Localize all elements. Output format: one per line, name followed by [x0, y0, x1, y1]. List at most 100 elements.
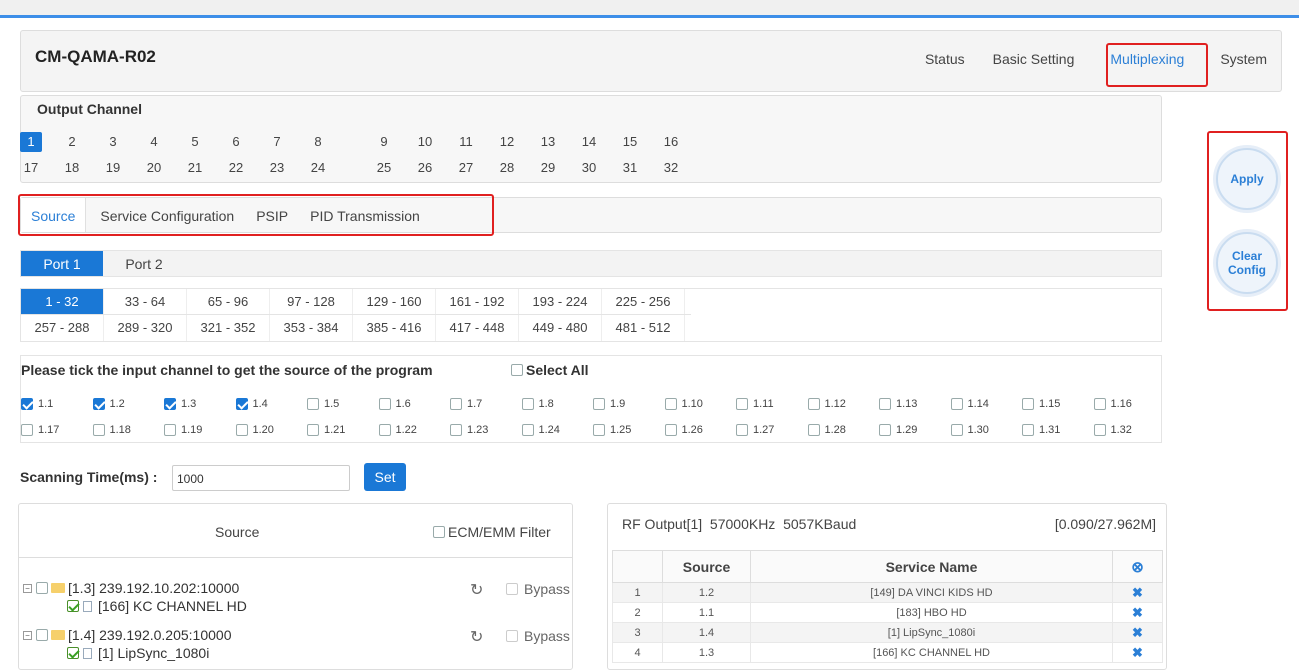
range-tab[interactable]: 97 - 128: [270, 289, 353, 314]
input-channel-item[interactable]: 1.25: [593, 424, 665, 436]
input-channel-checkbox[interactable]: [664, 398, 677, 410]
output-channel-24[interactable]: 24: [307, 158, 329, 178]
ecm-emm-filter[interactable]: ECM/EMM Filter: [433, 524, 551, 540]
input-channel-checkbox[interactable]: [736, 424, 748, 436]
range-tab[interactable]: 65 - 96: [187, 289, 270, 314]
bypass-option[interactable]: Bypass: [506, 581, 570, 597]
input-channel-checkbox[interactable]: [235, 424, 248, 436]
range-tab[interactable]: 385 - 416: [353, 315, 436, 341]
output-channel-6[interactable]: 6: [225, 132, 247, 152]
input-channel-item[interactable]: 1.7: [450, 398, 522, 410]
input-channel-checkbox[interactable]: [450, 398, 462, 410]
input-channel-item[interactable]: 1.18: [92, 424, 165, 436]
range-tab[interactable]: 321 - 352: [187, 315, 270, 341]
input-channel-checkbox[interactable]: [593, 424, 605, 436]
output-channel-2[interactable]: 2: [61, 132, 83, 152]
expand-icon[interactable]: −: [23, 630, 32, 640]
input-channel-checkbox[interactable]: [21, 398, 33, 410]
input-channel-item[interactable]: 1.11: [736, 398, 808, 410]
output-channel-18[interactable]: 18: [61, 158, 83, 178]
input-channel-checkbox[interactable]: [378, 398, 391, 410]
output-channel-3[interactable]: 3: [102, 132, 124, 152]
input-channel-checkbox[interactable]: [164, 424, 176, 436]
bypass-checkbox[interactable]: [506, 630, 518, 642]
input-channel-checkbox[interactable]: [164, 398, 176, 410]
output-channel-4[interactable]: 4: [143, 132, 165, 152]
refresh-icon[interactable]: ↻: [470, 580, 483, 600]
output-channel-27[interactable]: 27: [455, 158, 477, 178]
output-channel-13[interactable]: 13: [537, 132, 559, 152]
range-tab[interactable]: 449 - 480: [519, 315, 602, 341]
input-channel-checkbox[interactable]: [1093, 424, 1106, 436]
range-tab[interactable]: 1 - 32: [21, 289, 104, 314]
output-channel-12[interactable]: 12: [496, 132, 518, 152]
input-channel-checkbox[interactable]: [450, 424, 462, 436]
input-channel-checkbox[interactable]: [950, 424, 963, 436]
input-channel-item[interactable]: 1.30: [950, 424, 1023, 436]
nav-system[interactable]: System: [1206, 45, 1281, 73]
input-channel-checkbox[interactable]: [307, 424, 319, 436]
service-checkbox[interactable]: [67, 647, 79, 659]
output-channel-9[interactable]: 9: [373, 132, 395, 152]
input-channel-checkbox[interactable]: [593, 398, 605, 410]
range-tab[interactable]: 353 - 384: [270, 315, 353, 341]
expand-icon[interactable]: −: [23, 583, 32, 593]
input-channel-item[interactable]: 1.28: [807, 424, 880, 436]
port-1-tab[interactable]: Port 1: [21, 251, 103, 276]
input-channel-checkbox[interactable]: [1093, 398, 1106, 410]
input-channel-checkbox[interactable]: [1022, 398, 1034, 410]
output-channel-28[interactable]: 28: [496, 158, 518, 178]
row-remove[interactable]: ✖: [1112, 582, 1163, 603]
input-channel-checkbox[interactable]: [807, 398, 820, 410]
service-checkbox[interactable]: [67, 600, 79, 612]
range-tab[interactable]: 225 - 256: [602, 289, 685, 314]
input-channel-item[interactable]: 1.23: [450, 424, 522, 436]
input-channel-item[interactable]: 1.8: [521, 398, 594, 410]
output-channel-19[interactable]: 19: [102, 158, 124, 178]
row-remove[interactable]: ✖: [1112, 622, 1163, 643]
output-channel-22[interactable]: 22: [225, 158, 247, 178]
input-channel-checkbox[interactable]: [521, 398, 534, 410]
output-channel-31[interactable]: 31: [619, 158, 641, 178]
x-icon[interactable]: ✖: [1132, 625, 1143, 640]
input-channel-checkbox[interactable]: [736, 398, 748, 410]
port-2-tab[interactable]: Port 2: [103, 251, 185, 276]
input-channel-item[interactable]: 1.16: [1093, 398, 1166, 410]
input-channel-item[interactable]: 1.27: [736, 424, 808, 436]
input-channel-item[interactable]: 1.2: [92, 398, 165, 410]
apply-button[interactable]: Apply: [1216, 148, 1278, 210]
input-channel-checkbox[interactable]: [950, 398, 963, 410]
input-channel-item[interactable]: 1.26: [664, 424, 737, 436]
input-channel-item[interactable]: 1.12: [807, 398, 880, 410]
x-icon[interactable]: ✖: [1132, 605, 1143, 620]
range-tab[interactable]: 481 - 512: [602, 315, 685, 341]
input-channel-item[interactable]: 1.29: [879, 424, 951, 436]
input-channel-checkbox[interactable]: [307, 398, 319, 410]
input-channel-item[interactable]: 1.24: [521, 424, 594, 436]
input-channel-checkbox[interactable]: [1022, 424, 1034, 436]
input-channel-checkbox[interactable]: [807, 424, 820, 436]
output-channel-1[interactable]: 1: [20, 132, 42, 152]
range-tab[interactable]: 33 - 64: [104, 289, 187, 314]
input-channel-checkbox[interactable]: [21, 424, 33, 436]
set-button[interactable]: Set: [364, 463, 406, 491]
select-all[interactable]: Select All: [511, 362, 589, 378]
input-channel-checkbox[interactable]: [235, 398, 248, 410]
input-channel-checkbox[interactable]: [92, 398, 105, 410]
row-remove[interactable]: ✖: [1112, 642, 1163, 663]
input-channel-item[interactable]: 1.32: [1093, 424, 1166, 436]
output-channel-11[interactable]: 11: [455, 132, 477, 152]
nav-basic-setting[interactable]: Basic Setting: [979, 45, 1089, 73]
input-channel-item[interactable]: 1.6: [378, 398, 451, 410]
input-channel-item[interactable]: 1.21: [307, 424, 379, 436]
input-channel-item[interactable]: 1.9: [593, 398, 665, 410]
input-channel-item[interactable]: 1.17: [21, 424, 93, 436]
input-channel-checkbox[interactable]: [521, 424, 534, 436]
output-channel-15[interactable]: 15: [619, 132, 641, 152]
range-tab[interactable]: 257 - 288: [21, 315, 104, 341]
output-channel-32[interactable]: 32: [660, 158, 682, 178]
output-channel-5[interactable]: 5: [184, 132, 206, 152]
ecm-emm-checkbox[interactable]: [433, 526, 445, 538]
range-tab[interactable]: 193 - 224: [519, 289, 602, 314]
range-tab[interactable]: 417 - 448: [436, 315, 519, 341]
